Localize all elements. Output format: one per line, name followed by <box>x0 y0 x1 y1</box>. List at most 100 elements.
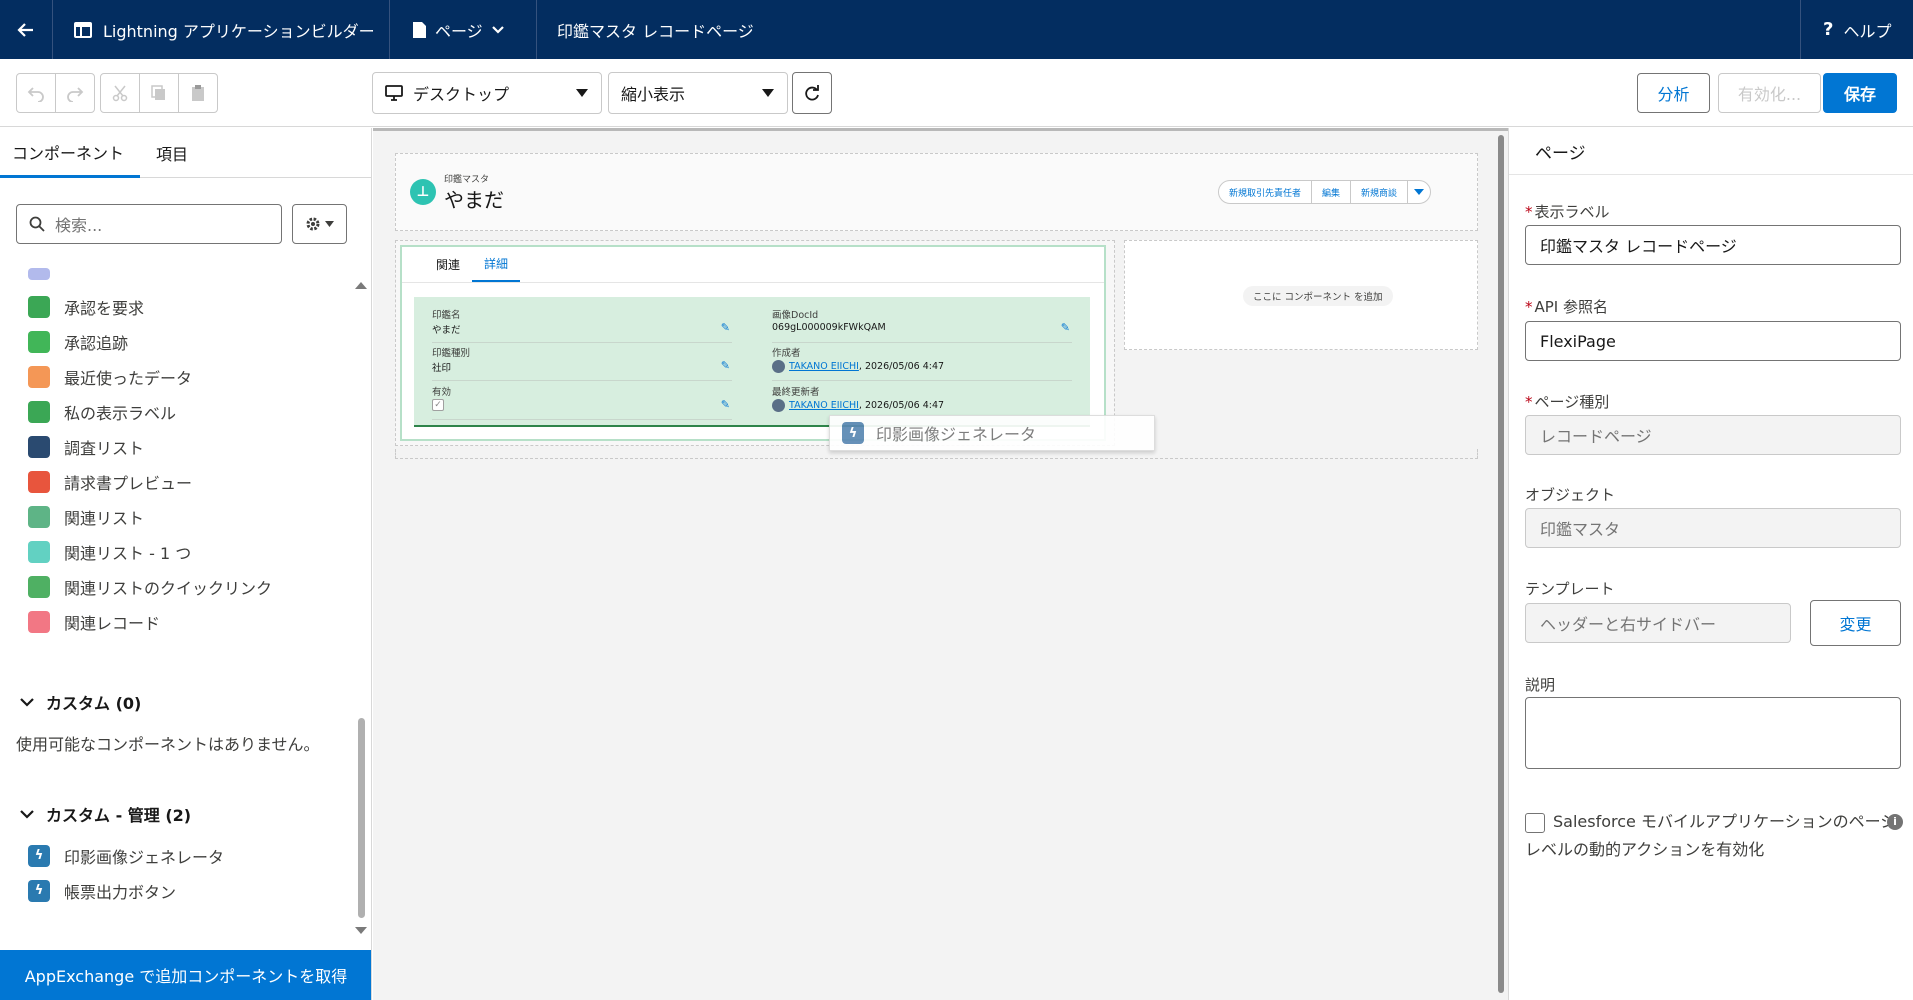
list-item[interactable]: 私の表示ラベル <box>28 394 348 429</box>
custom-managed-section-header[interactable]: カスタム - 管理 (2) <box>20 802 191 826</box>
page-type-text: ページ種別 <box>1534 393 1610 411</box>
field-label: 画像DocId <box>772 310 819 321</box>
standard-components: 承認を要求 承認追跡 最近使ったデータ 私の表示ラベル 調査リスト 請求書プレビュー 関連リ… <box>28 289 348 639</box>
record-name: やまだ <box>444 188 504 212</box>
field-label: 印鑑種別 <box>432 348 471 359</box>
tabs-component[interactable]: 関連 詳細 印鑑名 やまだ ✎ 印鑑種別 社印 ✎ 有効 ✓ ✎ 画像DocId… <box>400 245 1106 441</box>
undo-button[interactable] <box>16 73 56 113</box>
list-item[interactable]: 調査リスト <box>28 429 348 464</box>
label-input[interactable]: 印鑑マスタ レコードページ <box>1525 225 1901 265</box>
field-label: 最終更新者 <box>772 387 820 398</box>
undo-redo-group <box>16 73 95 113</box>
search-input[interactable]: 検索... <box>16 204 282 244</box>
settings-menu-button[interactable] <box>292 204 347 244</box>
zoom-select[interactable]: 縮小表示 <box>608 72 788 114</box>
edit-pencil-icon[interactable]: ✎ <box>1061 321 1070 334</box>
info-icon[interactable]: i <box>1887 814 1903 830</box>
left-panel-scrollbar[interactable] <box>354 278 368 938</box>
tab-details[interactable]: 詳細 <box>472 247 521 282</box>
clipboard-group <box>100 73 218 113</box>
tab-related[interactable]: 関連 <box>424 247 472 282</box>
chevron-down-icon <box>20 698 34 707</box>
list-item[interactable]: 関連リスト <box>28 499 348 534</box>
list-item[interactable]: ϟ 印影画像ジェネレータ <box>28 838 348 873</box>
refresh-button[interactable] <box>792 72 832 114</box>
new-contact-button[interactable]: 新規取引先責任者 <box>1218 180 1313 204</box>
lightning-icon: ϟ <box>28 844 50 867</box>
clipboard-icon <box>28 330 50 353</box>
tab-fields[interactable]: 項目 <box>140 128 200 178</box>
app-builder-icon <box>74 21 92 38</box>
app-name: Lightning アプリケーションビルダー <box>103 21 375 41</box>
scroll-down-icon <box>355 927 367 934</box>
redo-button[interactable] <box>55 73 95 113</box>
list-item-label: 関連リストのクイックリンク <box>64 578 273 598</box>
api-name-label: * API 参照名 <box>1525 296 1608 317</box>
help-button[interactable]: ? ヘルプ <box>1800 0 1913 59</box>
copy-button[interactable] <box>139 73 179 113</box>
gear-icon <box>306 217 320 231</box>
component-icon <box>28 268 50 280</box>
refresh-icon <box>805 85 819 101</box>
field-label: 有効 <box>432 387 452 398</box>
list-item[interactable]: 承認追跡 <box>28 324 348 359</box>
list-item[interactable]: 関連リスト - 1 つ <box>28 534 348 569</box>
list-item[interactable]: 請求書プレビュー <box>28 464 348 499</box>
edit-pencil-icon[interactable]: ✎ <box>721 321 730 334</box>
list-item-label: 調査リスト <box>64 438 145 458</box>
tab-components[interactable]: コンポーネント <box>0 128 140 178</box>
activate-button[interactable]: 有効化... <box>1718 73 1821 113</box>
creator-link[interactable]: TAKANO EIICHI <box>789 361 859 372</box>
custom-section-header[interactable]: カスタム (0) <box>20 690 141 714</box>
new-opportunity-button[interactable]: 新規商談 <box>1350 180 1409 204</box>
device-select[interactable]: デスクトップ <box>372 72 602 114</box>
modifier-link[interactable]: TAKANO EIICHI <box>789 400 859 411</box>
back-button[interactable] <box>0 0 53 59</box>
edit-pencil-icon[interactable]: ✎ <box>721 359 730 372</box>
sidebar-region[interactable]: ここに コンポーネント を追加 <box>1124 240 1478 350</box>
mobile-action-checkbox[interactable] <box>1525 812 1545 833</box>
field-value: TAKANO EIICHI, 2026/05/06 4:47 <box>772 399 944 412</box>
list-item[interactable]: 最近使ったデータ <box>28 359 348 394</box>
paste-icon <box>192 85 204 101</box>
redo-icon <box>67 87 84 102</box>
app-header: Lightning アプリケーションビルダー ページ 印鑑マスタ レコードページ… <box>0 0 1913 59</box>
highlights-panel[interactable]: ⊥ 印鑑マスタ やまだ 新規取引先責任者 編集 新規商談 <box>395 153 1478 231</box>
edit-pencil-icon[interactable]: ✎ <box>721 398 730 411</box>
canvas-scroll-thumb[interactable] <box>1498 135 1504 993</box>
record-detail[interactable]: 印鑑名 やまだ ✎ 印鑑種別 社印 ✎ 有効 ✓ ✎ 画像DocId 069gL… <box>414 297 1090 427</box>
caret-down-icon <box>762 89 774 97</box>
edit-button[interactable]: 編集 <box>1311 180 1352 204</box>
chevron-down-icon <box>491 25 504 34</box>
page-menu[interactable]: ページ <box>390 0 537 59</box>
paste-button[interactable] <box>178 73 218 113</box>
custom-section-label: カスタム (0) <box>46 694 142 713</box>
label-field-text: 表示ラベル <box>1534 203 1610 221</box>
list-item[interactable]: ϟ 帳票出力ボタン <box>28 873 348 908</box>
api-name-input[interactable]: FlexiPage <box>1525 321 1901 361</box>
change-template-button[interactable]: 変更 <box>1810 600 1901 646</box>
list-item[interactable] <box>28 268 348 280</box>
appexchange-button[interactable]: AppExchange で追加コンポーネントを取得 <box>0 950 371 1000</box>
analyze-button[interactable]: 分析 <box>1637 73 1710 113</box>
canvas-scrollbar[interactable] <box>1497 131 1506 1000</box>
list-item-label: 関連リスト <box>64 508 145 528</box>
caret-down-icon <box>325 221 334 227</box>
more-actions-button[interactable] <box>1407 180 1432 204</box>
field-value: TAKANO EIICHI, 2026/05/06 4:47 <box>772 360 944 373</box>
field-label: 作成者 <box>772 348 801 359</box>
description-textarea[interactable] <box>1525 697 1901 769</box>
save-button[interactable]: 保存 <box>1823 73 1897 113</box>
list-item[interactable]: 関連レコード <box>28 604 348 639</box>
properties-header: ページ <box>1509 128 1913 175</box>
field-value: 社印 <box>432 363 452 374</box>
list-item[interactable]: 承認を要求 <box>28 289 348 324</box>
device-select-value: デスクトップ <box>413 85 510 104</box>
drag-ghost-component[interactable]: ϟ 印影画像ジェネレータ <box>829 415 1155 451</box>
add-component-placeholder[interactable]: ここに コンポーネント を追加 <box>1243 286 1393 306</box>
search-row: 検索... <box>16 204 347 244</box>
drag-ghost-label: 印影画像ジェネレータ <box>876 425 1037 444</box>
list-item[interactable]: 関連リストのクイックリンク <box>28 569 348 604</box>
cut-button[interactable] <box>100 73 140 113</box>
left-scroll-thumb[interactable] <box>358 718 365 918</box>
